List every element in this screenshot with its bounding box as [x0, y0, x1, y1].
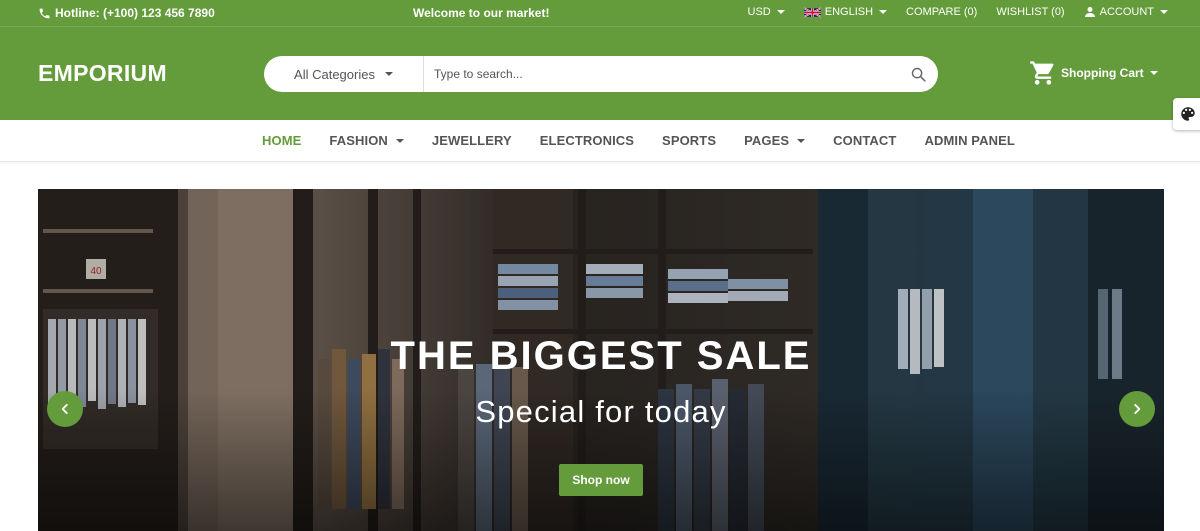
chevron-down-icon [1149, 71, 1158, 75]
chevron-down-icon [395, 138, 404, 143]
category-select[interactable]: All Categories [264, 56, 424, 92]
cart-label: Shopping Cart [1061, 66, 1144, 80]
wishlist-link[interactable]: WISHLIST (0) [996, 6, 1064, 18]
hero-subtitle: Special for today [475, 394, 727, 429]
nav-item-admin-panel[interactable]: ADMIN PANEL [924, 133, 1014, 148]
shopping-cart[interactable]: Shopping Cart [1029, 59, 1158, 87]
main-nav: HOME FASHION JEWELLERY ELECTRONICS SPORTS PAG… [0, 120, 1200, 162]
account-label: ACCOUNT [1099, 6, 1154, 18]
chevron-down-icon [879, 10, 888, 14]
nav-item-label: HOME [262, 133, 302, 148]
shop-now-button[interactable]: Shop now [559, 464, 643, 496]
slider-next-button[interactable] [1119, 391, 1155, 427]
nav-list: HOME FASHION JEWELLERY ELECTRONICS SPORTS PAG… [262, 133, 1015, 148]
welcome-text: Welcome to our market! [413, 6, 550, 20]
nav-item-label: ELECTRONICS [539, 133, 635, 148]
chevron-down-icon [384, 72, 393, 76]
hero-slider: 40 THE BIGGEST SALE Special for today Sh… [38, 189, 1164, 531]
nav-item-electronics[interactable]: ELECTRONICS [540, 133, 634, 148]
nav-item-sports[interactable]: SPORTS [662, 133, 716, 148]
theme-switcher[interactable] [1173, 98, 1200, 130]
currency-label: USD [747, 6, 771, 18]
nav-item-jewellery[interactable]: JEWELLERY [432, 133, 512, 148]
chevron-left-icon [61, 403, 68, 415]
nav-item-label: PAGES [744, 133, 790, 148]
uk-flag-icon [803, 6, 821, 18]
phone-icon [39, 8, 50, 18]
category-select-label: All Categories [294, 66, 375, 82]
hero-title: THE BIGGEST SALE [390, 334, 812, 378]
main-header: EMPORIUM All Categories Shopping Cart [0, 27, 1200, 120]
search-input[interactable] [424, 57, 898, 91]
top-nav: USD ENGLISH COMPARE (0) WISHLIST (0) ACC… [748, 6, 1168, 18]
palette-icon [1181, 107, 1195, 121]
chevron-down-icon [776, 10, 785, 14]
account-menu[interactable]: ACCOUNT [1084, 6, 1168, 18]
compare-link[interactable]: COMPARE (0) [906, 6, 977, 18]
currency-selector[interactable]: USD [748, 6, 785, 18]
nav-item-contact[interactable]: CONTACT [833, 133, 896, 148]
nav-item-label: JEWELLERY [431, 133, 512, 148]
search-icon [911, 67, 926, 82]
top-bar: Hotline: (+100) 123 456 7890 Welcome to … [0, 0, 1200, 27]
slider-prev-button[interactable] [47, 391, 83, 427]
chevron-down-icon [1160, 10, 1168, 14]
language-label: ENGLISH [824, 6, 874, 18]
chevron-down-icon [797, 138, 806, 143]
site-logo[interactable]: EMPORIUM [38, 60, 167, 87]
nav-item-pages[interactable]: PAGES [744, 133, 806, 148]
chevron-right-icon [1134, 403, 1141, 415]
language-selector[interactable]: ENGLISH [803, 6, 888, 18]
search-bar: All Categories [264, 56, 938, 92]
cart-icon [1030, 61, 1054, 85]
search-button[interactable] [898, 56, 938, 92]
nav-item-fashion[interactable]: FASHION [329, 133, 404, 148]
hotline: Hotline: (+100) 123 456 7890 [38, 6, 215, 20]
user-icon [1084, 7, 1095, 17]
hotline-text: Hotline: (+100) 123 456 7890 [55, 6, 215, 20]
nav-item-label: ADMIN PANEL [924, 133, 1015, 148]
nav-item-label: CONTACT [833, 133, 897, 148]
nav-item-label: SPORTS [662, 133, 717, 148]
nav-item-home[interactable]: HOME [262, 133, 301, 148]
nav-item-label: FASHION [329, 133, 388, 148]
